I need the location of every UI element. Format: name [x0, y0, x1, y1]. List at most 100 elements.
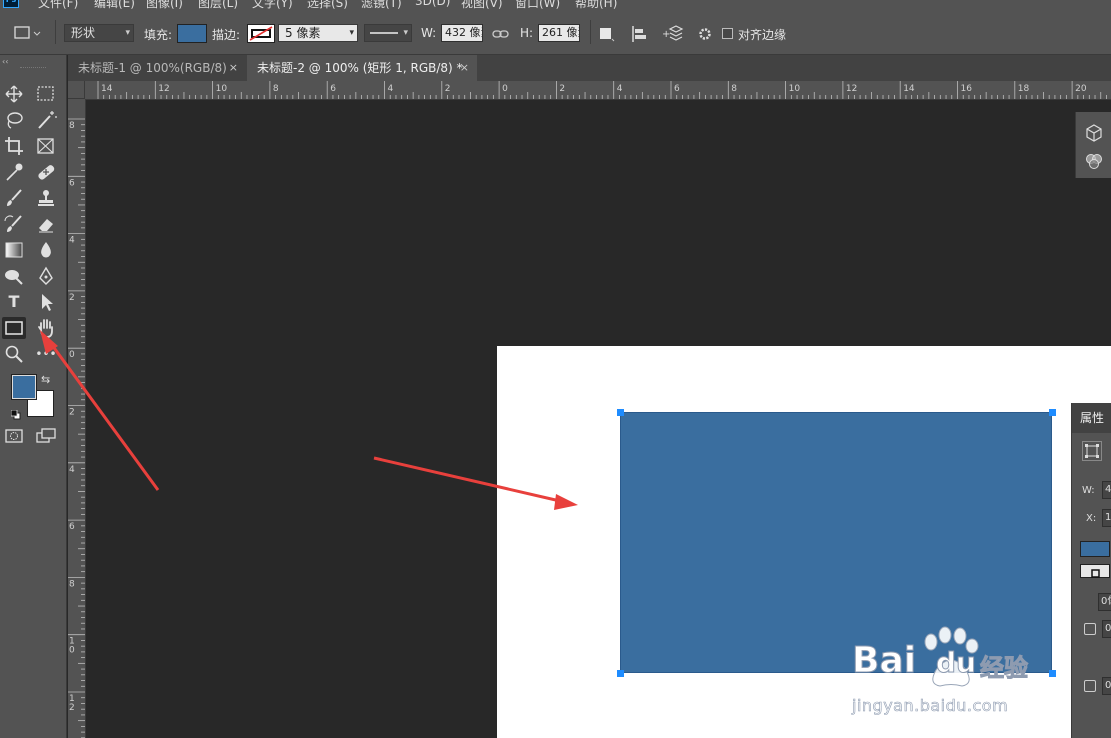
tab-untitled-1[interactable]: 未标题-1 @ 100%(RGB/8) ×: [68, 55, 246, 81]
properties-x-input[interactable]: 123: [1102, 509, 1111, 527]
ruler-label: 14: [903, 84, 915, 94]
document-tabs: 未标题-1 @ 100%(RGB/8) × 未标题-2 @ 100% (矩形 1…: [68, 55, 1111, 81]
path-selection-tool-icon[interactable]: [34, 291, 58, 313]
ruler-label: 12: [158, 84, 169, 94]
height-input[interactable]: 261 像素: [538, 24, 580, 42]
transform-handle[interactable]: [1049, 409, 1056, 416]
eyedropper-tool-icon[interactable]: [2, 161, 26, 183]
collapse-panel-icon[interactable]: ‹‹: [2, 57, 8, 66]
dodge-tool-icon[interactable]: [2, 265, 26, 287]
mode-dropdown[interactable]: 形状 ▾: [64, 24, 134, 42]
svg-text:+: +: [662, 29, 670, 40]
link-dimensions-icon[interactable]: [492, 26, 510, 40]
path-operations-icon[interactable]: [598, 26, 616, 42]
horizontal-ruler[interactable]: 14 12 10 8 6 4 2 0 2 4 6 8 10 12 14 16 18 20: [68, 81, 1111, 100]
tool-preset-picker[interactable]: [12, 24, 42, 42]
ruler-label: 8: [69, 121, 75, 131]
menu-select[interactable]: 选择(S): [307, 0, 348, 10]
panel-grip[interactable]: [20, 67, 46, 70]
rectangle-preset-icon: [14, 26, 41, 39]
ruler-label: 0: [502, 84, 508, 94]
magic-wand-tool-icon[interactable]: [34, 109, 58, 131]
mode-value: 形状: [71, 26, 96, 40]
stroke-width-dropdown[interactable]: 5 像素 ▾: [278, 24, 358, 42]
channels-panel-icon[interactable]: [1085, 152, 1103, 170]
hand-tool-icon[interactable]: [34, 317, 58, 339]
watermark-url: jingyan.baidu.com: [852, 696, 1009, 716]
blur-tool-icon[interactable]: [34, 239, 58, 261]
ruler-label: 18: [1018, 84, 1030, 94]
zoom-tool-icon[interactable]: [2, 343, 26, 365]
ruler-label: 6: [330, 84, 336, 94]
align-edges-checkbox[interactable]: [722, 28, 733, 39]
properties-panel-title: 属性: [1072, 403, 1111, 433]
transform-handle[interactable]: [617, 670, 624, 677]
ruler-label: 0: [69, 646, 75, 656]
marquee-tool-icon[interactable]: [34, 83, 58, 105]
width-label: W:: [421, 26, 437, 40]
menu-layer[interactable]: 图层(L): [198, 0, 238, 10]
no-stroke-icon: [249, 26, 273, 41]
clone-stamp-tool-icon[interactable]: [34, 187, 58, 209]
menu-help[interactable]: 帮助(H): [575, 0, 617, 10]
rectangle-tool-icon[interactable]: [2, 317, 26, 339]
ruler-label: 8: [273, 84, 279, 94]
eraser-tool-icon[interactable]: [34, 213, 58, 235]
properties-stroke-swatch[interactable]: [1080, 564, 1110, 578]
path-arrangement-icon[interactable]: +: [662, 24, 684, 44]
solid-line-icon: [370, 32, 398, 34]
height-label: H:: [520, 26, 534, 40]
menu-3d[interactable]: 3D(D): [415, 0, 450, 8]
brush-tool-icon[interactable]: [2, 187, 26, 209]
foreground-color-swatch[interactable]: [11, 374, 37, 400]
type-tool-icon[interactable]: T: [2, 291, 26, 313]
menu-file[interactable]: 文件(F): [38, 0, 78, 10]
screen-mode-icon[interactable]: [34, 425, 58, 447]
live-shape-properties-icon[interactable]: [1082, 441, 1102, 461]
path-alignment-icon[interactable]: [630, 25, 648, 43]
ruler-origin[interactable]: [68, 81, 85, 99]
properties-width-input[interactable]: 432: [1102, 481, 1111, 499]
properties-fill-swatch[interactable]: [1080, 541, 1110, 557]
menu-bar: Ps 文件(F) 编辑(E) 图像(I) 图层(L) 文字(Y) 选择(S) 滤…: [0, 0, 1111, 10]
history-brush-tool-icon[interactable]: [2, 213, 26, 235]
corner-radius-bottom-left-input[interactable]: 0: [1102, 677, 1111, 695]
transform-handle[interactable]: [1049, 670, 1056, 677]
stroke-color-swatch[interactable]: [247, 24, 275, 43]
corner-radius-input[interactable]: 0像素: [1098, 593, 1111, 611]
gradient-tool-icon[interactable]: [2, 239, 26, 261]
stroke-label: 描边:: [212, 28, 241, 42]
stroke-type-dropdown[interactable]: ▾: [364, 24, 412, 42]
healing-brush-tool-icon[interactable]: [34, 161, 58, 183]
tab-label: 未标题-1 @ 100%(RGB/8): [78, 61, 227, 75]
fill-color-swatch[interactable]: [177, 24, 207, 43]
tab-untitled-2[interactable]: 未标题-2 @ 100% (矩形 1, RGB/8) * ×: [247, 55, 477, 81]
gear-icon[interactable]: [697, 25, 715, 43]
default-colors-icon[interactable]: [10, 405, 21, 420]
transform-handle[interactable]: [617, 409, 624, 416]
watermark-brand-cn: 经验: [980, 654, 1029, 683]
menu-type[interactable]: 文字(Y): [252, 0, 293, 10]
more-tools-icon[interactable]: •••: [34, 343, 58, 365]
menu-filter[interactable]: 滤镜(T): [361, 0, 402, 10]
swap-colors-icon[interactable]: ⇆: [41, 373, 50, 386]
menu-view[interactable]: 视图(V): [461, 0, 503, 10]
move-tool-icon[interactable]: [2, 83, 26, 105]
ruler-label: 6: [674, 84, 680, 94]
close-icon[interactable]: ×: [460, 55, 469, 81]
vertical-ruler[interactable]: 8642024681012: [68, 99, 86, 738]
pen-tool-icon[interactable]: [34, 265, 58, 287]
corner-radius-top-left-input[interactable]: 0: [1102, 620, 1111, 638]
frame-tool-icon[interactable]: [34, 135, 58, 157]
ruler-label: 2: [559, 84, 565, 94]
crop-tool-icon[interactable]: [2, 135, 26, 157]
3d-panel-icon[interactable]: [1085, 124, 1103, 142]
menu-image[interactable]: 图像(I): [146, 0, 183, 10]
close-icon[interactable]: ×: [229, 55, 238, 81]
quick-mask-icon[interactable]: [2, 425, 26, 447]
menu-window[interactable]: 窗口(W): [515, 0, 560, 10]
lasso-tool-icon[interactable]: [2, 109, 26, 131]
ruler-label: 0: [69, 350, 75, 360]
menu-edit[interactable]: 编辑(E): [94, 0, 135, 10]
width-input[interactable]: 432 像素: [441, 24, 483, 42]
